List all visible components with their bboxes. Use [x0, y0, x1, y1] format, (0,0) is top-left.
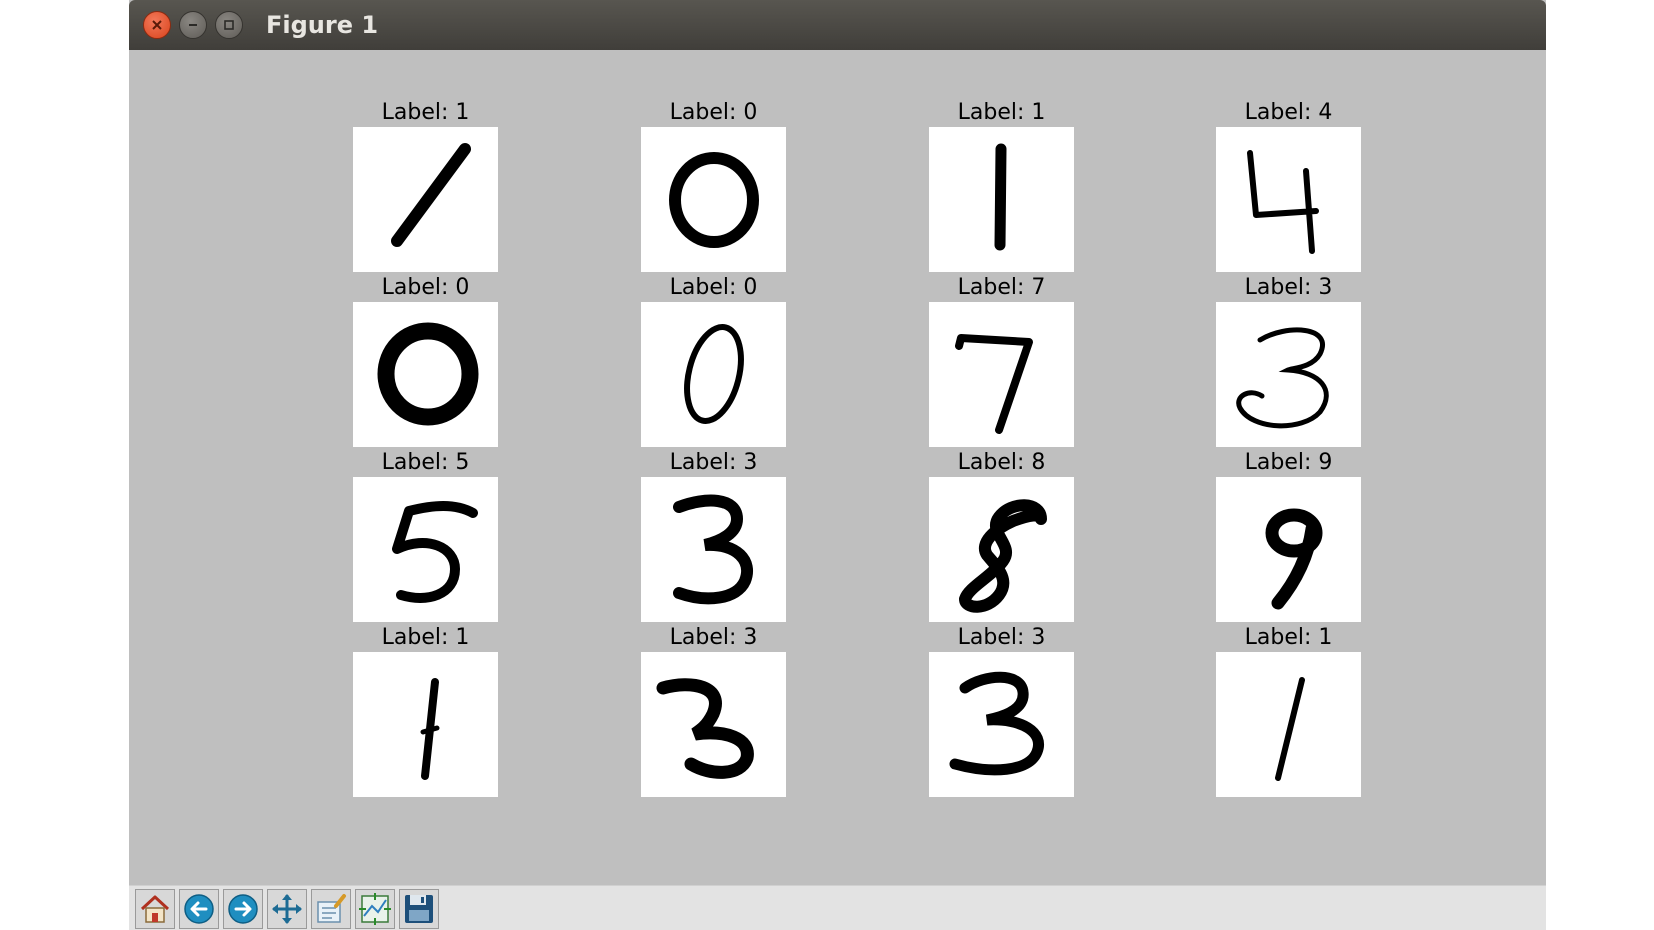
- back-button[interactable]: [179, 889, 219, 929]
- digit-image: [929, 127, 1074, 272]
- digit-0-image: [377, 322, 479, 426]
- digit-5-image: [392, 501, 478, 603]
- digit-8-image: [959, 499, 1047, 613]
- subplot-title: Label: 3: [669, 450, 758, 475]
- digit-image: [353, 127, 498, 272]
- digit-image: [1216, 302, 1361, 447]
- back-arrow-icon: [184, 894, 214, 924]
- digit-image: [929, 302, 1074, 447]
- minimize-icon: [189, 24, 197, 26]
- digit-image: [1216, 477, 1361, 622]
- maximize-icon: [224, 20, 234, 30]
- subplot-title: Label: 1: [957, 100, 1046, 125]
- subplots-config-icon: [359, 893, 391, 925]
- subplot-title: Label: 3: [957, 625, 1046, 650]
- digit-1-image: [391, 143, 471, 247]
- subplot-title: Label: 0: [669, 275, 758, 300]
- zoom-button[interactable]: [311, 889, 351, 929]
- navigation-toolbar: [129, 885, 1546, 930]
- title-bar[interactable]: Figure 1: [129, 0, 1546, 50]
- subplot-title: Label: 3: [669, 625, 758, 650]
- forward-button[interactable]: [223, 889, 263, 929]
- digit-1-image: [994, 143, 1007, 251]
- digit-1-image: [420, 678, 440, 780]
- save-button[interactable]: [399, 889, 439, 929]
- configure-subplots-button[interactable]: [355, 889, 395, 929]
- window-title: Figure 1: [266, 11, 379, 39]
- digit-image: [929, 477, 1074, 622]
- zoom-rect-icon: [317, 894, 346, 923]
- subplot-title: Label: 0: [381, 275, 470, 300]
- digit-image: [353, 477, 498, 622]
- digit-0-image: [684, 324, 744, 424]
- home-button[interactable]: [135, 889, 175, 929]
- digit-image: [929, 652, 1074, 797]
- close-window-button[interactable]: [143, 11, 171, 39]
- digit-3-image: [673, 494, 753, 605]
- digit-image: [1216, 652, 1361, 797]
- save-floppy-icon: [405, 895, 433, 923]
- maximize-window-button[interactable]: [215, 11, 243, 39]
- digit-7-image: [955, 334, 1033, 434]
- digit-image: [353, 302, 498, 447]
- digit-0-image: [669, 152, 759, 248]
- subplot-title: Label: 9: [1244, 450, 1333, 475]
- subplot-title: Label: 7: [957, 275, 1046, 300]
- minimize-window-button[interactable]: [179, 11, 207, 39]
- digit-3-image: [656, 678, 754, 779]
- subplot-title: Label: 1: [1244, 625, 1333, 650]
- digit-image: [1216, 127, 1361, 272]
- digit-1-image: [1275, 677, 1305, 781]
- figure-canvas[interactable]: Label: 1 Label: 0 Label: 1 Label: 4 Labe…: [129, 50, 1546, 885]
- digit-image: [641, 302, 786, 447]
- pan-button[interactable]: [267, 889, 307, 929]
- digit-9-image: [1265, 508, 1323, 610]
- figure-window: Figure 1 Label: 1 Label: 0 Label: 1 Labe…: [129, 0, 1546, 930]
- subplot-title: Label: 3: [1244, 275, 1333, 300]
- close-icon: [152, 20, 162, 30]
- subplot-title: Label: 4: [1244, 100, 1333, 125]
- subplot-title: Label: 1: [381, 625, 470, 650]
- forward-arrow-icon: [228, 894, 258, 924]
- digit-image: [641, 477, 786, 622]
- subplot-title: Label: 8: [957, 450, 1046, 475]
- subplot-title: Label: 1: [381, 100, 470, 125]
- digit-4-image: [1247, 150, 1319, 254]
- digit-image: [641, 127, 786, 272]
- subplot-title: Label: 5: [381, 450, 470, 475]
- digit-3-image: [1236, 327, 1329, 429]
- digit-image: [641, 652, 786, 797]
- subplot-title: Label: 0: [669, 100, 758, 125]
- pan-move-icon: [272, 894, 302, 924]
- digit-image: [353, 652, 498, 797]
- digit-3-image: [949, 671, 1044, 776]
- home-icon: [140, 895, 170, 923]
